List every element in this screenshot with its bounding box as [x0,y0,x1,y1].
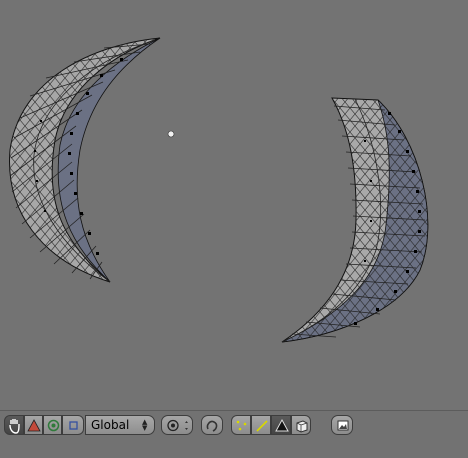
pivot-icon[interactable] [161,415,193,435]
vertex-paint-icon[interactable] [24,415,43,435]
vertex-select-icon[interactable] [231,415,251,435]
origin-dot[interactable] [167,130,175,138]
hand-icon[interactable] [4,415,24,435]
crescent-mesh-left[interactable] [9,37,161,283]
transform-orientation-select[interactable]: Global ▲ ▼ [85,415,155,435]
viewport-canvas [9,37,429,343]
edge-select-icon[interactable] [251,415,271,435]
crescent-mesh-right[interactable] [281,97,429,343]
cube-icon[interactable] [291,415,311,435]
up-down-arrows-icon: ▲ ▼ [142,418,148,432]
object-icon[interactable] [62,415,84,435]
3d-viewport[interactable] [0,0,468,410]
face-select-icon[interactable] [271,415,291,435]
header-toolbar: Global ▲ ▼ [4,415,466,437]
solid-icon[interactable] [43,415,62,435]
transform-orientation-value: Global [91,418,130,432]
render-icon[interactable] [331,415,353,435]
magnet-icon[interactable] [201,415,223,435]
